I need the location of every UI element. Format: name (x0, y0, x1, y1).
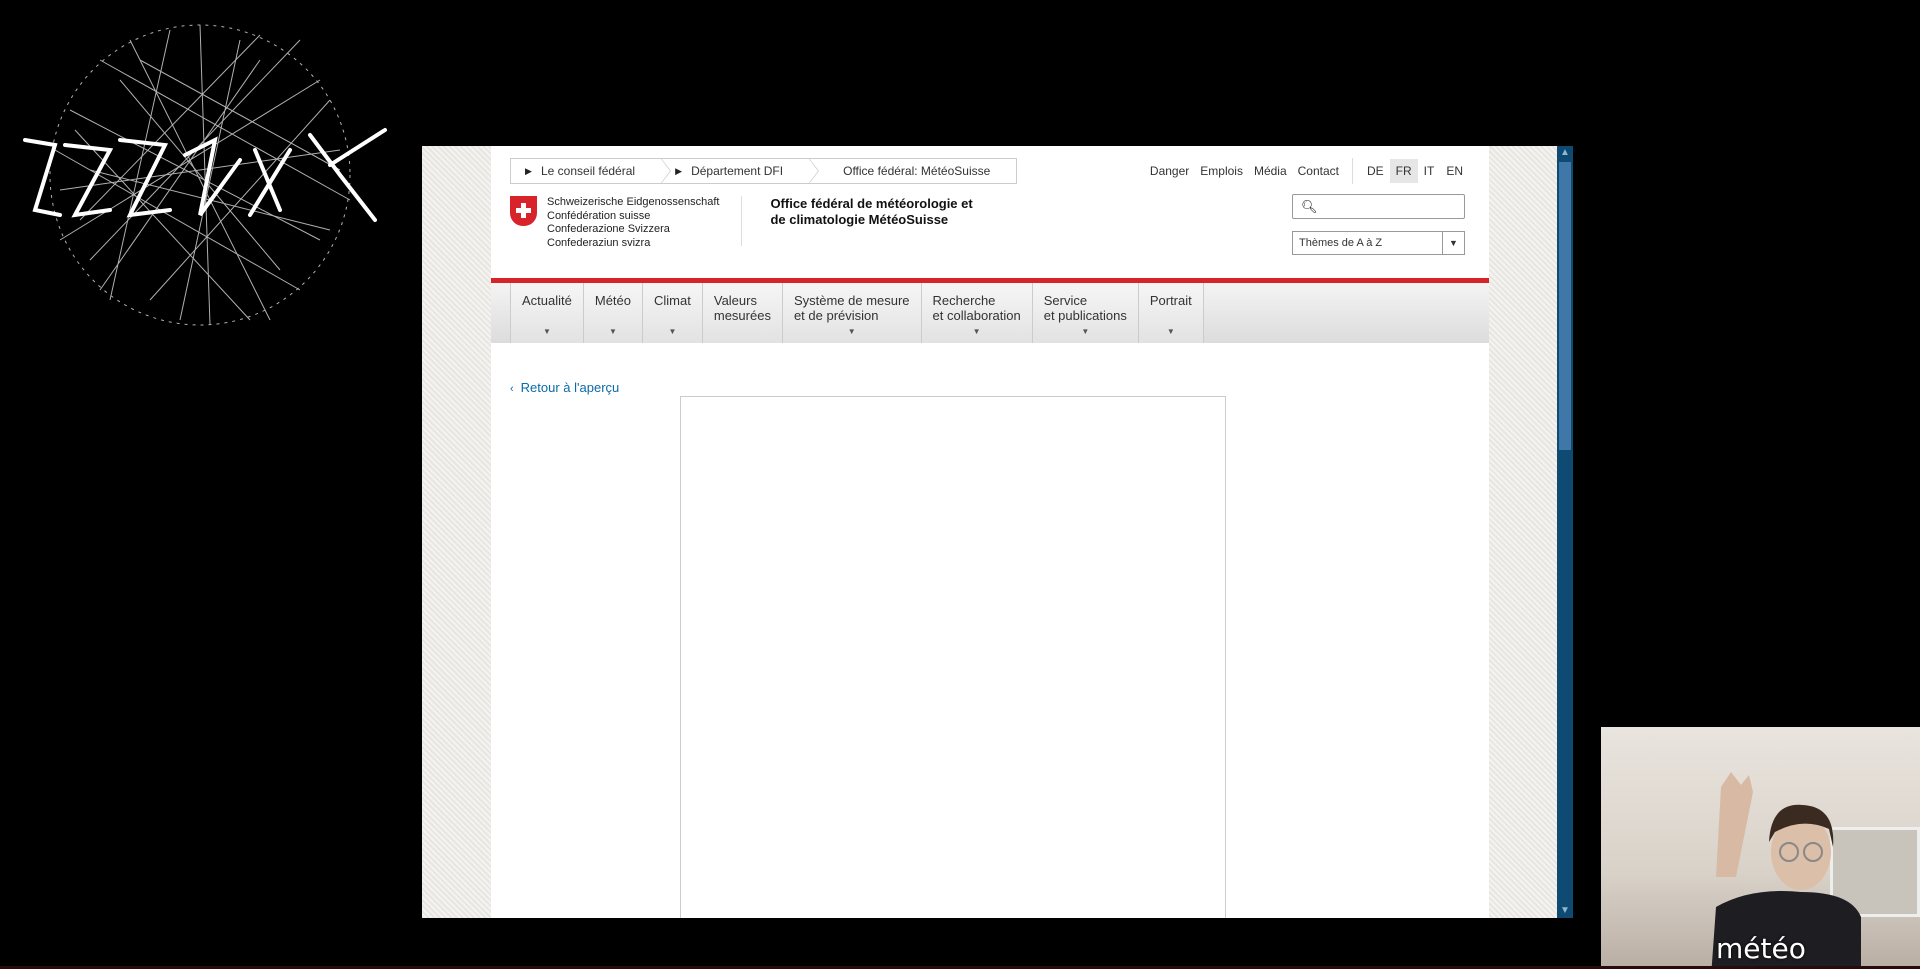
confed-line: Confederaziun svizra (547, 236, 651, 249)
chevron-down-icon: ▼ (972, 327, 981, 336)
confed-line: Confederazione Svizzera (547, 223, 670, 235)
back-to-overview-link[interactable]: ‹ Retour à l'aperçu (510, 380, 619, 395)
nav-portrait[interactable]: Portrait ▼ (1138, 283, 1204, 343)
breadcrumb-label: Le conseil fédéral (541, 164, 636, 178)
confed-line: Confédération suisse (547, 209, 651, 222)
confed-line: Schweizerische Eidgenossenschaft (547, 196, 720, 208)
breadcrumb-item-conseil-federal[interactable]: ▶ Le conseil fédéral (511, 158, 672, 184)
main-navigation: Actualité ▼ Météo ▼ Climat ▼ Valeurs mesu… (491, 283, 1489, 343)
breadcrumb-item-office[interactable]: Office fédéral: MétéoSuisse (809, 159, 1017, 183)
nav-valeurs-mesurees[interactable]: Valeurs mesurées (702, 283, 783, 343)
brand-header[interactable]: Schweizerische Eidgenossenschaft Confédé… (510, 196, 980, 249)
breadcrumb: ▶ Le conseil fédéral ▶ Département DFI O… (510, 158, 1018, 184)
nav-service[interactable]: Service et publications ▼ (1032, 283, 1139, 343)
office-title: Office fédéral de météorologie et de cli… (770, 196, 973, 227)
chevron-down-icon: ▼ (608, 327, 617, 336)
nav-systeme-mesure[interactable]: Système de mesure et de prévision ▼ (782, 283, 922, 343)
meteosuisse-page: ▶ Le conseil fédéral ▶ Département DFI O… (491, 146, 1489, 918)
chevron-down-icon: ▼ (847, 327, 856, 336)
nav-meteo[interactable]: Météo ▼ (583, 283, 644, 343)
webcam-caption: météo (1716, 932, 1806, 965)
breadcrumb-arrow-icon: ▶ (525, 166, 532, 176)
scroll-up-icon[interactable]: ▲ (1557, 146, 1573, 160)
nav-recherche[interactable]: Recherche et collaboration ▼ (921, 283, 1033, 343)
embedded-content-frame (680, 396, 1226, 918)
nav-actualite[interactable]: Actualité ▼ (510, 283, 584, 343)
themes-dropdown[interactable]: Thèmes de A à Z ▼ (1292, 231, 1465, 255)
language-switcher: DE FR IT EN (1351, 158, 1469, 184)
breadcrumb-label: Office fédéral: MétéoSuisse (843, 164, 991, 178)
chevron-down-icon: ▼ (668, 327, 677, 336)
chevron-left-icon: ‹ (510, 383, 514, 395)
themes-dropdown-value: Thèmes de A à Z (1299, 237, 1383, 249)
scroll-down-icon[interactable]: ▼ (1557, 904, 1573, 918)
lang-de[interactable]: DE (1361, 159, 1390, 183)
confederation-names: Schweizerische Eidgenossenschaft Confédé… (547, 196, 743, 249)
search-input[interactable]: 🔍︎ (1292, 194, 1465, 219)
browser-page-capture: ▶ Le conseil fédéral ▶ Département DFI O… (422, 146, 1573, 918)
swiss-flag-icon (510, 196, 537, 226)
chevron-down-icon: ▼ (1081, 327, 1090, 336)
lang-fr[interactable]: FR (1389, 159, 1418, 183)
meta-links: Danger Emplois Média Contact (1150, 164, 1339, 178)
chevron-down-icon: ▼ (1442, 232, 1464, 254)
breadcrumb-item-departement[interactable]: ▶ Département DFI (661, 158, 820, 184)
lang-it[interactable]: IT (1418, 159, 1441, 183)
link-emplois[interactable]: Emplois (1200, 164, 1243, 178)
search-icon: 🔍︎ (1301, 199, 1318, 214)
scrollbar-thumb[interactable] (1559, 162, 1571, 450)
lang-en[interactable]: EN (1440, 159, 1469, 183)
link-contact[interactable]: Contact (1298, 164, 1339, 178)
nav-climat[interactable]: Climat ▼ (643, 283, 703, 343)
wireframe-sphere-logo (0, 0, 400, 340)
chevron-down-icon: ▼ (1166, 327, 1175, 336)
link-media[interactable]: Média (1254, 164, 1287, 178)
breadcrumb-label: Département DFI (691, 164, 784, 178)
link-danger[interactable]: Danger (1150, 164, 1189, 178)
page-scrollbar[interactable]: ▲ ▼ (1557, 146, 1573, 918)
breadcrumb-arrow-icon: ▶ (675, 166, 682, 176)
chevron-down-icon: ▼ (542, 327, 551, 336)
webcam-overlay: météo (1601, 727, 1920, 969)
